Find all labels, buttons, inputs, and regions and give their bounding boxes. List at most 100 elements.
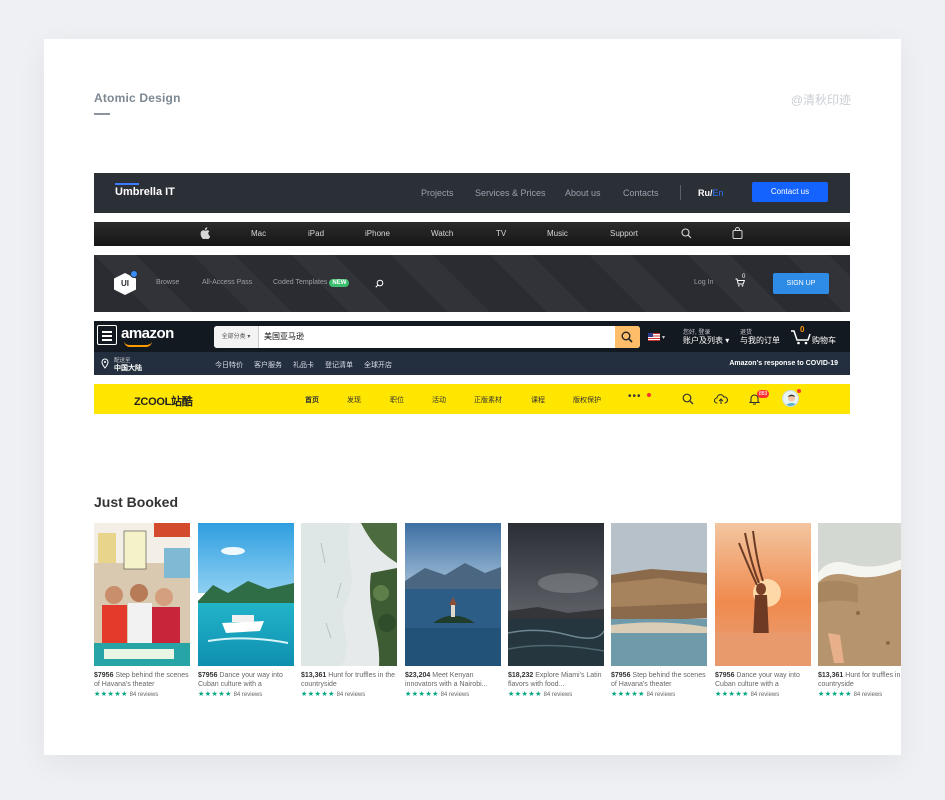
subnav-registry[interactable]: 登记清单 [325, 360, 353, 370]
search-icon [621, 331, 633, 343]
menu-icon[interactable] [97, 325, 117, 345]
apple-nav-music[interactable]: Music [547, 229, 568, 238]
nav-projects[interactable]: Projects [421, 188, 454, 198]
card-image [198, 523, 294, 666]
review-count: 84 reviews [440, 692, 470, 698]
contact-us-button[interactable]: Contact us [752, 182, 828, 202]
review-count: 84 reviews [646, 692, 676, 698]
ui8-nav-coded-templates[interactable]: Coded Templates NEW [273, 279, 350, 287]
zcool-nav-stock[interactable]: 正版素材 [474, 395, 502, 405]
subnav-sell[interactable]: 全球开店 [364, 360, 392, 370]
search-bar[interactable]: 全部分类 ▾ 美国亚马逊 [214, 326, 640, 348]
zcool-nav-copyright[interactable]: 版权保护 [573, 395, 601, 405]
just-booked-list: $7956 Step behind the scenes of Havana's… [94, 523, 901, 703]
apple-nav-ipad[interactable]: iPad [308, 229, 324, 238]
card-price: $7956 [715, 672, 735, 679]
subnav-todays-deals[interactable]: 今日特价 [215, 360, 243, 370]
orders-link[interactable]: 与我的订单 [740, 335, 780, 346]
zcool-nav-events[interactable]: 活动 [432, 395, 446, 405]
umbrella-logo[interactable]: Umbrella IT [115, 186, 175, 198]
ui8-navbar: UI Browse All-Access Pass Coded Template… [94, 255, 850, 312]
star-rating-icon: ★★★★★ [94, 691, 128, 698]
card-rating: ★★★★★ 84 reviews [94, 690, 190, 698]
search-icon[interactable] [681, 228, 692, 239]
lang-ru[interactable]: Ru/ [698, 188, 713, 198]
language-switcher[interactable]: Ru/En [698, 188, 724, 198]
zcool-nav-courses[interactable]: 课程 [531, 395, 545, 405]
card-text: $7956 Dance your way into Cuban culture … [715, 671, 811, 689]
watermark: @清秋印迹 [790, 93, 851, 107]
card-price: $7956 [198, 672, 218, 679]
star-rating-icon: ★★★★★ [198, 691, 232, 698]
zcool-nav-home[interactable]: 首页 [305, 395, 319, 405]
star-rating-icon: ★★★★★ [611, 691, 645, 698]
nav-services-prices[interactable]: Services & Prices [475, 188, 546, 198]
search-icon[interactable] [375, 279, 384, 288]
ui8-nav-all-access-pass[interactable]: All-Access Pass [202, 279, 252, 286]
nav-about-us[interactable]: About us [565, 188, 601, 198]
artboard: Atomic Design @清秋印迹 Umbrella IT Projects… [44, 39, 901, 755]
new-badge: NEW [329, 279, 350, 287]
ui8-nav-browse[interactable]: Browse [156, 279, 179, 286]
category-dropdown[interactable]: 全部分类 ▾ [214, 326, 259, 348]
subnav-gift-cards[interactable]: 礼品卡 [293, 360, 314, 370]
logo-accent [115, 183, 139, 185]
zcool-logo[interactable]: ZCOOL站酷 [134, 393, 193, 409]
search-button[interactable] [615, 326, 640, 348]
apple-nav-iphone[interactable]: iPhone [365, 229, 390, 238]
login-link[interactable]: Log In [694, 279, 713, 286]
card-image [405, 523, 501, 666]
location-pin-icon[interactable] [101, 358, 109, 369]
card-text: $7956 Step behind the scenes of Havana's… [94, 671, 190, 689]
upload-cloud-icon[interactable] [714, 393, 728, 405]
apple-nav-watch[interactable]: Watch [431, 229, 453, 238]
experience-card[interactable]: $13,361 Hunt for truffles in the country… [301, 523, 397, 698]
title-underline [94, 113, 110, 115]
avatar[interactable] [782, 390, 799, 407]
experience-card[interactable]: $13,361 Hunt for truffles in the country… [818, 523, 901, 698]
sign-up-button[interactable]: SIGN UP [773, 273, 829, 294]
card-rating: ★★★★★ 84 reviews [198, 690, 294, 698]
subnav-customer-service[interactable]: 客户服务 [254, 360, 282, 370]
search-input[interactable]: 美国亚马逊 [264, 331, 304, 342]
notification-badge: 883 [757, 390, 770, 398]
deliver-to-location[interactable]: 中国大陆 [114, 363, 142, 373]
experience-card[interactable]: $7956 Dance your way into Cuban culture … [715, 523, 811, 698]
amazon-smile [124, 341, 152, 347]
account-lists-link[interactable]: 账户及列表 ▾ [683, 335, 729, 346]
card-text: $18,232 Explore Miami's Latin flavors wi… [508, 671, 604, 689]
card-image [301, 523, 397, 666]
experience-card[interactable]: $7956 Step behind the scenes of Havana's… [94, 523, 190, 698]
avatar-alert-dot [797, 389, 801, 393]
covid-response-link[interactable]: Amazon's response to COVID-19 [729, 360, 838, 367]
apple-nav-support[interactable]: Support [610, 229, 638, 238]
card-rating: ★★★★★ 84 reviews [405, 690, 501, 698]
chevron-down-icon[interactable]: ▾ [662, 334, 665, 341]
cart-label[interactable]: 购物车 [812, 335, 836, 346]
card-image [611, 523, 707, 666]
nav-contacts[interactable]: Contacts [623, 188, 659, 198]
star-rating-icon: ★★★★★ [818, 691, 852, 698]
review-count: 84 reviews [129, 692, 159, 698]
umbrella-navbar: Umbrella IT Projects Services & Prices A… [94, 173, 850, 213]
amazon-logo[interactable]: amazon [121, 325, 174, 342]
shopping-bag-icon[interactable] [732, 227, 743, 239]
us-flag-icon[interactable] [648, 333, 660, 341]
page-title: Atomic Design [94, 91, 181, 105]
apple-nav-mac[interactable]: Mac [251, 229, 266, 238]
card-image [94, 523, 190, 666]
zcool-nav-jobs[interactable]: 职位 [390, 395, 404, 405]
experience-card[interactable]: $18,232 Explore Miami's Latin flavors wi… [508, 523, 604, 698]
apple-logo-icon[interactable] [200, 227, 210, 239]
review-count: 84 reviews [233, 692, 263, 698]
zcool-nav-discover[interactable]: 发现 [347, 395, 361, 405]
experience-card[interactable]: $7956 Step behind the scenes of Havana's… [611, 523, 707, 698]
experience-card[interactable]: $23,204 Meet Kenyan innovators with a Na… [405, 523, 501, 698]
apple-nav-tv[interactable]: TV [496, 229, 506, 238]
card-rating: ★★★★★ 84 reviews [508, 690, 604, 698]
experience-card[interactable]: $7956 Dance your way into Cuban culture … [198, 523, 294, 698]
card-price: $18,232 [508, 672, 534, 679]
search-icon[interactable] [682, 393, 694, 405]
lang-en[interactable]: En [713, 188, 724, 198]
more-icon[interactable]: ••• [628, 391, 642, 402]
